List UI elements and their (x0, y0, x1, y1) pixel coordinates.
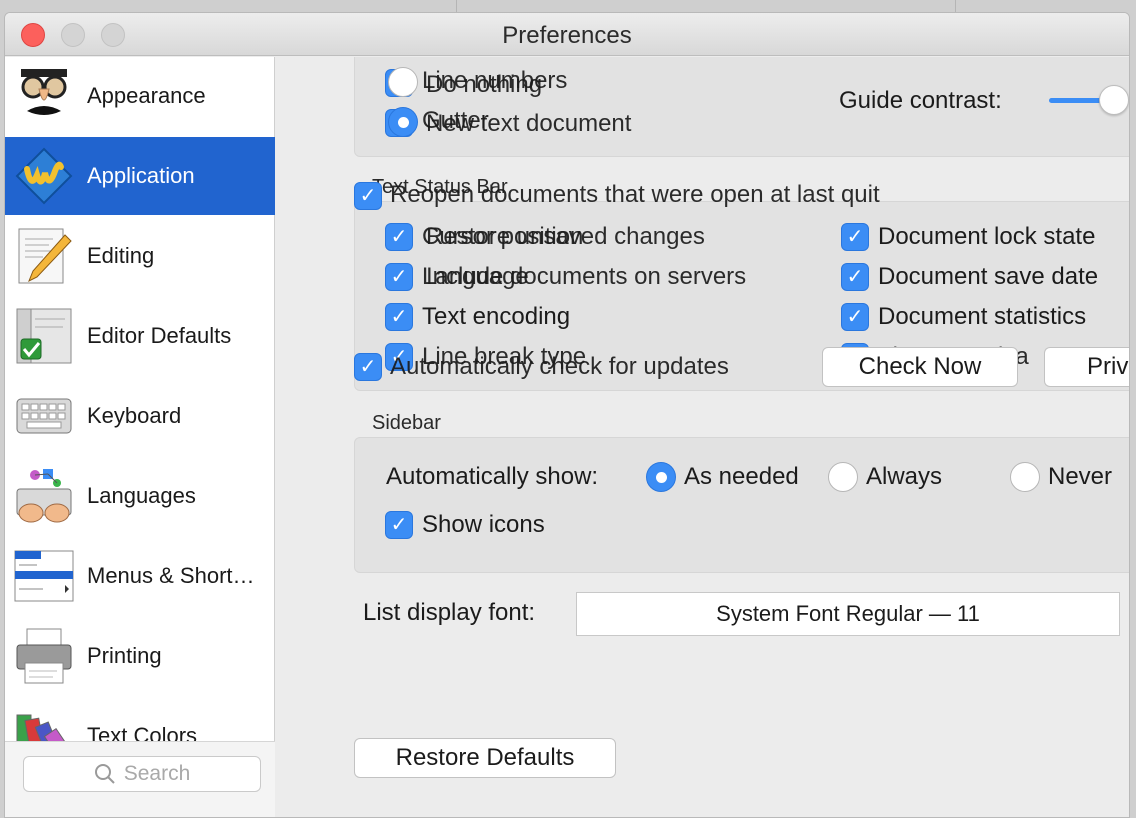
sidebar-item-menus[interactable]: Menus & Short… (5, 537, 275, 615)
document-checkbox-icon (16, 308, 72, 364)
guide-contrast-label: Guide contrast: (839, 87, 1002, 114)
include-documents-servers-label: Include documents on servers (426, 263, 747, 290)
sidebar-section-group (354, 437, 1129, 573)
sidebar-item-label: Menus & Short… (87, 563, 255, 588)
preferences-content: Line numbers Do nothing Gutter New text … (276, 57, 1129, 817)
search-placeholder: Search (123, 762, 191, 785)
sidebar-item-label: Appearance (87, 83, 206, 108)
restore-defaults-button[interactable]: Restore Defaults (354, 738, 616, 778)
sidebar-item-appearance[interactable]: Appearance (5, 57, 275, 135)
text-encoding-label: Text encoding (422, 303, 571, 330)
guide-contrast-slider-knob[interactable] (1099, 85, 1129, 115)
preferences-window: Preferences Appearance Application Editi… (4, 12, 1130, 818)
document-statistics-label: Document statistics (878, 303, 1087, 330)
always-label: Always (866, 463, 943, 490)
sidebar-item-label: Printing (87, 643, 162, 668)
sidebar-item-label: Editor Defaults (87, 323, 232, 348)
menu-list-icon (14, 550, 74, 602)
never-radio[interactable] (1010, 462, 1040, 492)
document-save-date-label: Document save date (878, 263, 1099, 290)
privacy-button[interactable]: Priv (1044, 347, 1129, 387)
keyboard-icon (16, 398, 72, 434)
bbedit-app-icon (15, 147, 73, 205)
document-statistics-checkbox[interactable] (841, 303, 869, 331)
cursor-position-checkbox[interactable] (385, 223, 413, 251)
document-lock-state-checkbox[interactable] (841, 223, 869, 251)
pencil-document-icon (18, 228, 72, 284)
document-save-date-checkbox[interactable] (841, 263, 869, 291)
new-text-document-label: New text document (426, 110, 632, 137)
sidebar-item-keyboard[interactable]: Keyboard (5, 377, 275, 455)
sidebar-item-text-colors[interactable]: Text Colors (5, 697, 275, 741)
document-lock-state-label: Document lock state (878, 223, 1096, 250)
printer-icon (16, 628, 72, 684)
sidebar-item-label: Languages (87, 483, 196, 508)
disguise-glasses-icon (21, 69, 67, 115)
always-radio[interactable] (828, 462, 858, 492)
sidebar-item-label: Editing (87, 243, 155, 268)
list-display-font-label: List display font: (363, 599, 536, 626)
text-encoding-checkbox[interactable] (385, 303, 413, 331)
new-text-document-radio[interactable] (388, 107, 418, 137)
preferences-sidebar: Appearance Application Editing Editor De… (5, 57, 275, 817)
sidebar-section-title: Sidebar (372, 412, 441, 434)
show-icons-checkbox[interactable] (385, 511, 413, 539)
as-needed-label: As needed (684, 463, 799, 490)
search-field[interactable]: Search (23, 756, 261, 792)
title-bar: Preferences (5, 13, 1129, 56)
sidebar-search-area: Search (5, 741, 275, 817)
as-needed-radio[interactable] (646, 462, 676, 492)
search-icon (94, 764, 115, 784)
never-label: Never (1048, 463, 1113, 490)
typing-hands-icon (16, 469, 72, 523)
language-checkbox[interactable] (385, 263, 413, 291)
sidebar-item-printing[interactable]: Printing (5, 617, 275, 695)
do-nothing-label: Do nothing (426, 71, 543, 98)
reopen-documents-checkbox[interactable] (354, 182, 382, 210)
sidebar-item-editing[interactable]: Editing (5, 217, 275, 295)
sidebar-item-languages[interactable]: Languages (5, 457, 275, 535)
color-swatches-icon (16, 714, 75, 741)
restore-unsaved-label: Restore unsaved changes (426, 223, 705, 250)
check-now-button[interactable]: Check Now (822, 347, 1018, 387)
check-updates-checkbox[interactable] (354, 353, 382, 381)
list-display-font-field[interactable]: System Font Regular — 11 (576, 592, 1120, 636)
do-nothing-radio[interactable] (388, 67, 418, 97)
sidebar-item-application[interactable]: Application (5, 137, 275, 215)
show-icons-label: Show icons (422, 511, 545, 538)
sidebar-list: Appearance Application Editing Editor De… (5, 57, 275, 741)
reopen-documents-label: Reopen documents that were open at last … (390, 181, 880, 208)
sidebar-item-label: Application (87, 163, 195, 188)
window-title: Preferences (502, 22, 632, 49)
sidebar-item-editor-defaults[interactable]: Editor Defaults (5, 297, 275, 375)
check-updates-label: Automatically check for updates (390, 353, 729, 380)
sidebar-item-label: Keyboard (87, 403, 182, 428)
automatically-show-label: Automatically show: (386, 463, 599, 490)
sidebar-item-label: Text Colors (87, 723, 198, 741)
